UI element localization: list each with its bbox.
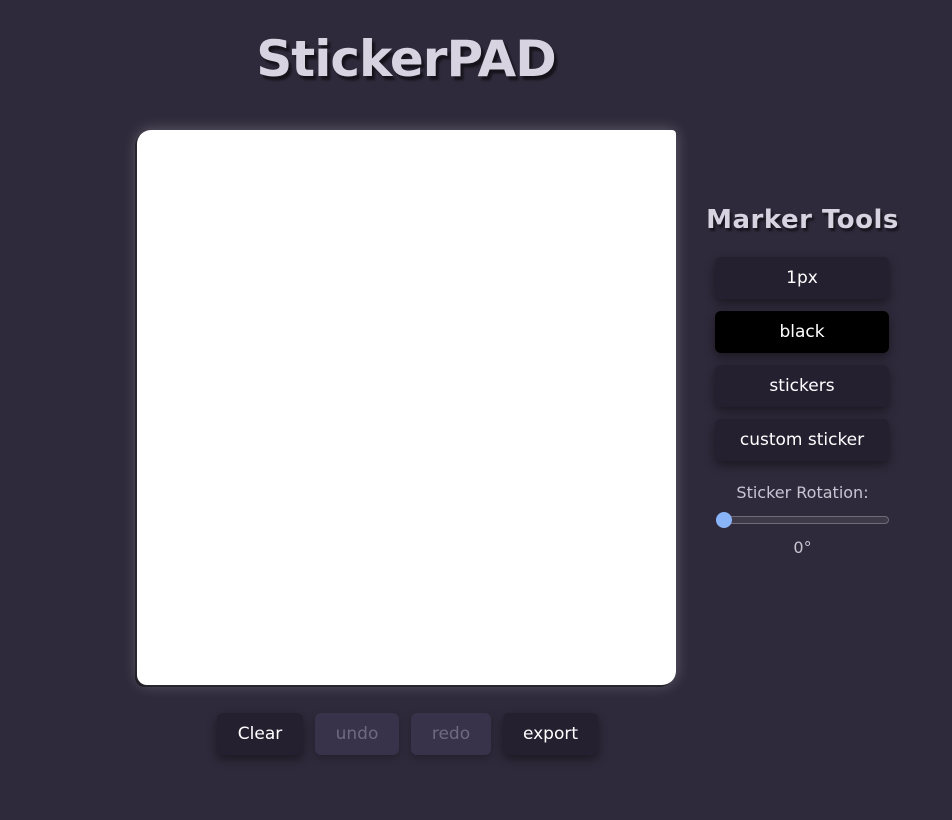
drawing-canvas[interactable] [137, 130, 676, 685]
export-button[interactable]: export [503, 713, 598, 755]
app-title: StickerPAD [256, 30, 556, 88]
slider-thumb[interactable] [716, 512, 732, 528]
sticker-rotation-value: 0° [793, 538, 812, 557]
redo-button[interactable]: redo [411, 713, 491, 755]
sticker-rotation-label: Sticker Rotation: [736, 483, 869, 502]
custom-sticker-button[interactable]: custom sticker [715, 419, 889, 461]
sticker-rotation-slider[interactable] [716, 512, 889, 528]
canvas-actions: Clear undo redo export [217, 713, 598, 755]
clear-button[interactable]: Clear [217, 713, 303, 755]
color-button[interactable]: black [715, 311, 889, 353]
stickers-button[interactable]: stickers [715, 365, 889, 407]
slider-track[interactable] [716, 516, 889, 524]
marker-tools-panel: Marker Tools 1px black stickers custom s… [705, 205, 900, 557]
marker-tools-title: Marker Tools [706, 205, 899, 235]
undo-button[interactable]: undo [315, 713, 399, 755]
thickness-button[interactable]: 1px [715, 257, 889, 299]
